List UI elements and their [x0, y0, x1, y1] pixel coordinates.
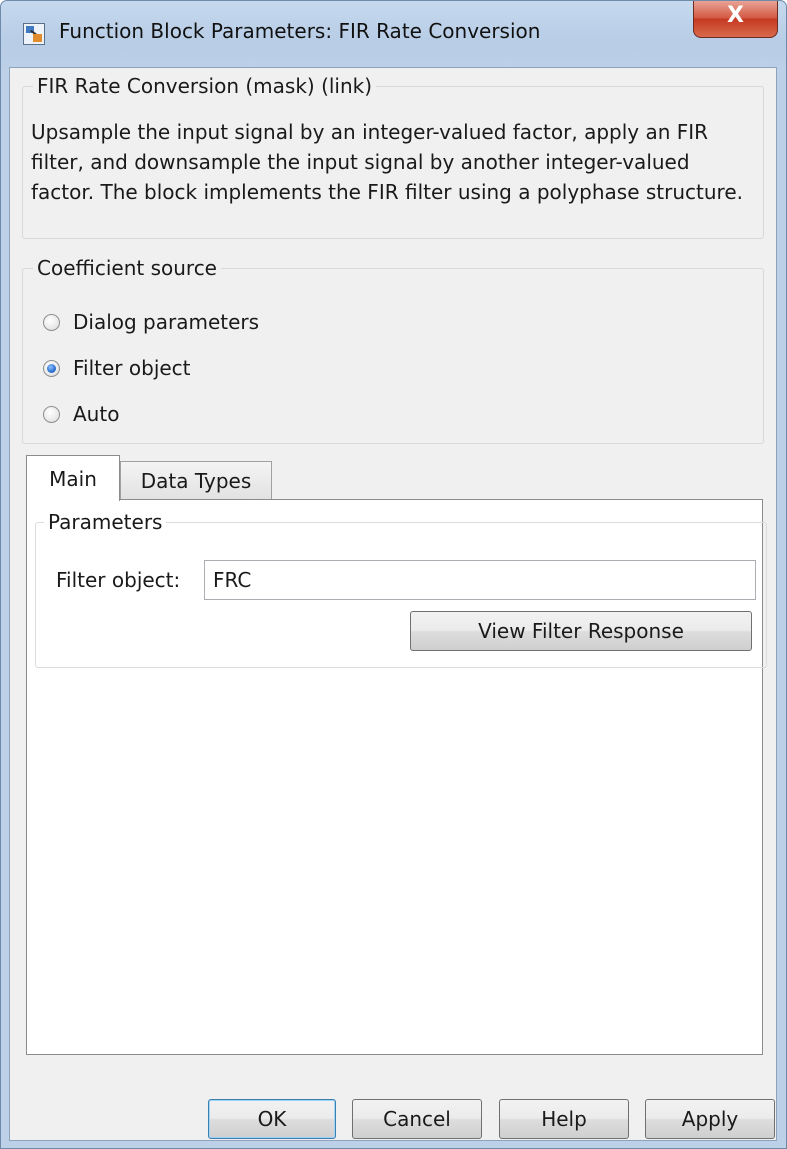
coefficient-source-legend: Coefficient source	[33, 256, 221, 280]
parameters-group: Parameters Filter object: View Filter Re…	[35, 510, 767, 668]
parameters-legend: Parameters	[44, 510, 167, 534]
ok-button[interactable]: OK	[208, 1099, 336, 1139]
help-button[interactable]: Help	[499, 1099, 629, 1139]
radio-button[interactable]	[43, 313, 60, 331]
window-title: Function Block Parameters: FIR Rate Conv…	[59, 19, 541, 43]
simulink-block-icon	[23, 23, 45, 45]
tab-panel-main: Parameters Filter object: View Filter Re…	[26, 499, 767, 1055]
tab-main[interactable]: Main	[26, 455, 120, 501]
dialog-client-area: FIR Rate Conversion (mask) (link) Upsamp…	[9, 67, 777, 1141]
radio-button-selected[interactable]	[43, 359, 60, 377]
filter-object-input[interactable]	[204, 560, 756, 600]
close-icon: X	[727, 3, 744, 28]
radio-label: Auto	[73, 402, 120, 426]
coefficient-source-group: Coefficient source Dialog parameters Fil…	[22, 256, 764, 444]
mask-description-group: FIR Rate Conversion (mask) (link) Upsamp…	[22, 74, 764, 239]
mask-description: Upsample the input signal by an integer-…	[31, 120, 743, 204]
filter-object-label: Filter object:	[56, 568, 181, 592]
title-bar[interactable]: Function Block Parameters: FIR Rate Conv…	[1, 1, 786, 67]
radio-filter-object[interactable]: Filter object	[43, 355, 191, 381]
dialog-window: Function Block Parameters: FIR Rate Conv…	[0, 0, 787, 1149]
close-button[interactable]: X	[693, 1, 778, 38]
radio-button[interactable]	[43, 405, 60, 423]
view-filter-response-button[interactable]: View Filter Response	[410, 611, 752, 651]
cancel-button[interactable]: Cancel	[352, 1099, 482, 1139]
apply-button[interactable]: Apply	[645, 1099, 775, 1139]
radio-dialog-parameters[interactable]: Dialog parameters	[43, 309, 259, 335]
mask-legend: FIR Rate Conversion (mask) (link)	[33, 74, 377, 98]
radio-label: Filter object	[73, 356, 191, 380]
radio-label: Dialog parameters	[73, 310, 260, 334]
tab-data-types[interactable]: Data Types	[120, 461, 272, 500]
radio-auto[interactable]: Auto	[43, 401, 119, 427]
